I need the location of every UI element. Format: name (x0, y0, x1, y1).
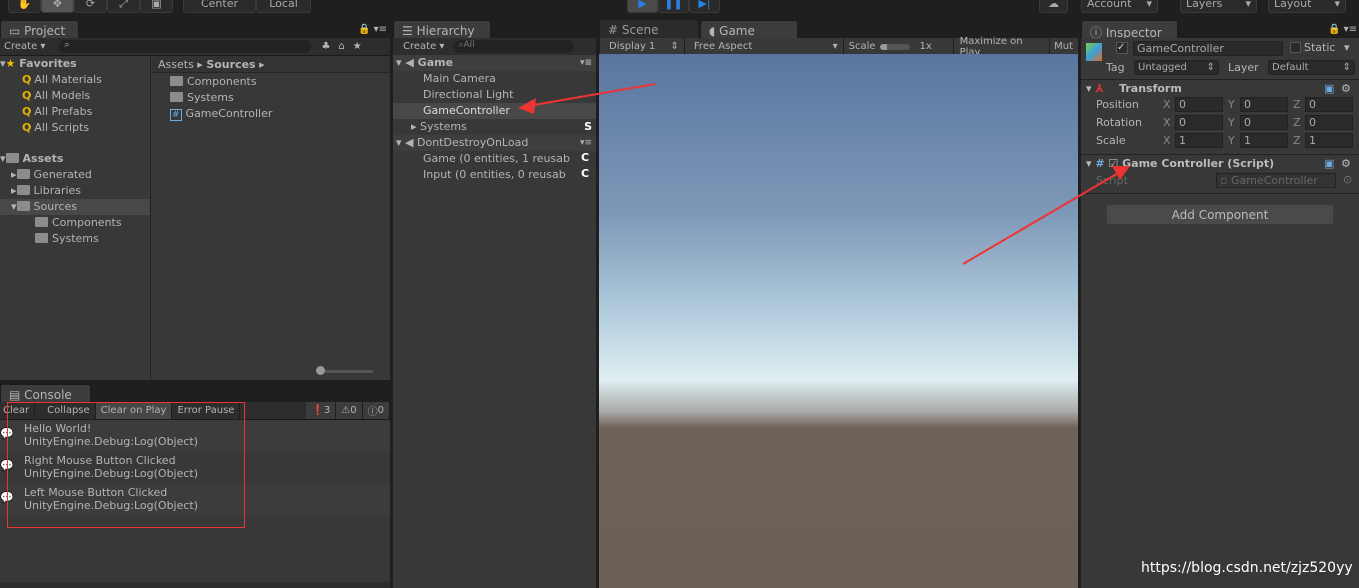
arrow-head (1112, 166, 1130, 180)
annotation-arrows (518, 83, 1130, 265)
watermark: https://blog.csdn.net/zjz520yy (1141, 560, 1353, 576)
arrow-head (518, 98, 536, 114)
arrow-to-gamecontroller (527, 83, 656, 107)
arrow-to-script (962, 171, 1121, 265)
